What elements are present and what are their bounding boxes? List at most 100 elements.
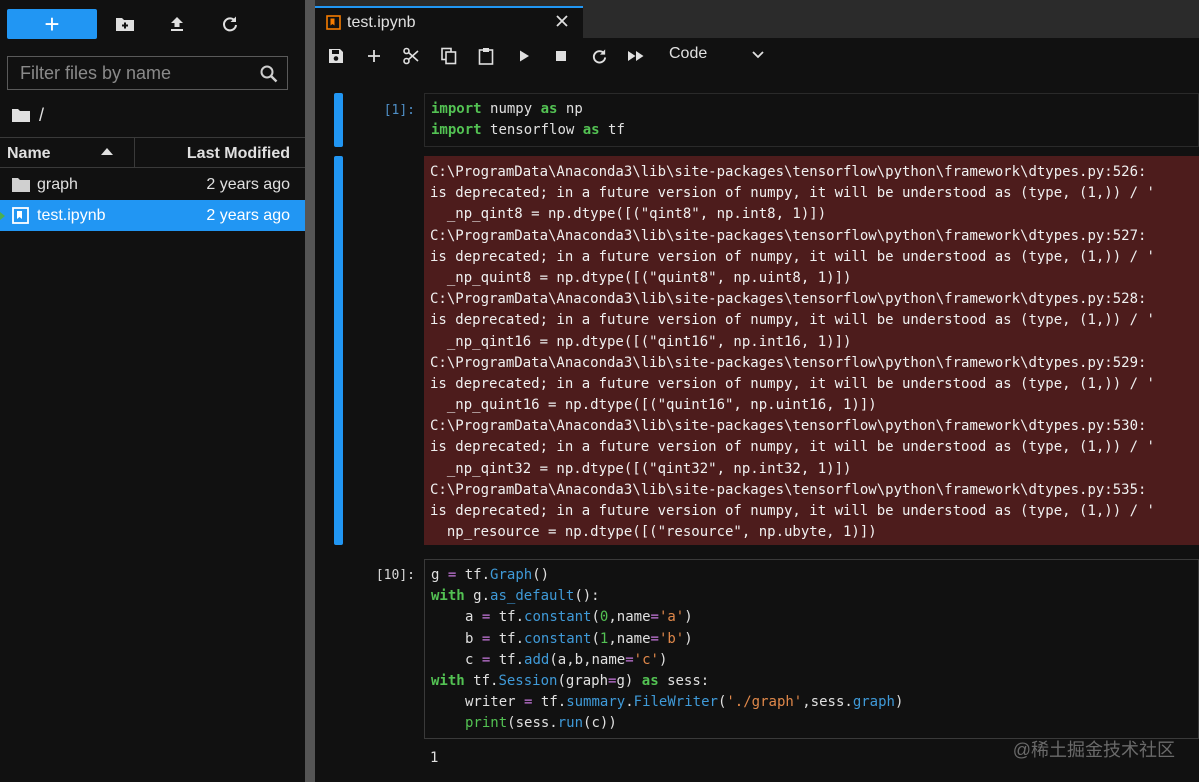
code-token: import: [431, 101, 482, 117]
plus-icon: [368, 50, 380, 62]
file-row-test-ipynb[interactable]: test.ipynb 2 years ago: [0, 200, 305, 231]
code-token: FileWriter: [633, 694, 718, 711]
file-name: graph: [37, 176, 78, 193]
play-icon: [520, 50, 529, 62]
code-line: b = tf.constant(1,name='b'): [431, 629, 1198, 650]
code-token: .: [515, 630, 525, 647]
stderr-line: is deprecated; in a future version of nu…: [430, 312, 1155, 329]
code-token: ): [658, 651, 668, 668]
code-line: g = tf.Graph(): [431, 565, 1198, 586]
code-token: writer: [465, 694, 516, 711]
new-launcher-button[interactable]: +: [7, 9, 97, 39]
code-token: (c)): [583, 715, 617, 732]
upload-button[interactable]: [166, 13, 188, 35]
cell-collapser[interactable]: [334, 93, 343, 147]
filter-input[interactable]: [8, 57, 248, 89]
code-token: numpy: [490, 101, 533, 117]
code-token: add: [524, 651, 550, 668]
paste-button[interactable]: [476, 46, 496, 66]
code-token: =: [447, 567, 457, 583]
code-token: b: [465, 630, 474, 647]
tab-test-ipynb[interactable]: test.ipynb: [315, 6, 583, 38]
folder-icon[interactable]: [11, 107, 31, 123]
new-folder-button[interactable]: [114, 13, 136, 35]
save-icon: [329, 49, 343, 63]
stderr-line: C:\ProgramData\Anaconda3\lib\site-packag…: [430, 164, 1147, 180]
stderr-line: is deprecated; in a future version of nu…: [430, 375, 1155, 392]
code-token: with: [431, 588, 465, 605]
code-token: =: [625, 651, 634, 668]
breadcrumb-root[interactable]: /: [39, 105, 44, 126]
breadcrumb: /: [11, 104, 44, 126]
code-token: 'c': [633, 651, 659, 668]
file-row-graph[interactable]: graph 2 years ago: [0, 169, 305, 200]
stderr-line: C:\ProgramData\Anaconda3\lib\site-packag…: [430, 481, 1147, 498]
code-line: a = tf.constant(0,name='a'): [431, 607, 1198, 628]
code-token: name: [591, 651, 626, 668]
restart-kernel-button[interactable]: [589, 46, 609, 66]
notebook-icon: [12, 207, 29, 224]
code-token: sess:: [667, 672, 710, 689]
code-token: tf: [540, 694, 558, 711]
insert-cell-button[interactable]: [364, 46, 384, 66]
stderr-line: C:\ProgramData\Anaconda3\lib\site-packag…: [430, 418, 1147, 435]
run-button[interactable]: [514, 46, 534, 66]
code-editor[interactable]: g = tf.Graph() with g.as_default(): a = tf…: [424, 559, 1199, 739]
restart-run-all-button[interactable]: [626, 46, 646, 66]
code-line: c = tf.add(a,b,name='c'): [431, 650, 1198, 671]
code-token: ,sess.: [802, 694, 853, 711]
code-token: ,: [608, 609, 617, 626]
stderr-line: C:\ProgramData\Anaconda3\lib\site-packag…: [430, 227, 1147, 244]
notebook-toolbar: Code: [315, 38, 1199, 74]
code-token: constant: [524, 630, 592, 647]
code-line: print(sess.run(c)): [431, 713, 1198, 734]
code-token: summary: [566, 694, 626, 711]
name-column-header[interactable]: Name: [7, 145, 51, 163]
column-divider: [134, 138, 135, 167]
code-token: =: [481, 609, 491, 626]
stderr-line: is deprecated; in a future version of nu…: [430, 503, 1155, 519]
code-token: =: [650, 630, 659, 647]
code-token: ():: [574, 588, 600, 605]
stderr-line: np_resource = np.dtype([("resource", np.…: [430, 524, 877, 541]
code-token: ,: [608, 630, 617, 647]
input-prompt: [1]:: [383, 103, 415, 118]
code-token: (sess.: [507, 715, 558, 732]
code-token: tf: [464, 567, 482, 583]
code-token: g: [473, 588, 482, 605]
stderr-line: is deprecated; in a future version of nu…: [430, 248, 1155, 265]
save-button[interactable]: [326, 46, 346, 66]
folder-icon: [12, 178, 30, 192]
code-token: (graph: [557, 672, 609, 689]
file-modified: 2 years ago: [206, 176, 290, 193]
cell-type-select[interactable]: Code: [669, 45, 707, 63]
new-folder-icon: [116, 18, 134, 31]
code-token: print: [465, 715, 508, 732]
panel-splitter[interactable]: [305, 0, 315, 782]
cut-button[interactable]: [401, 46, 421, 66]
code-token: as: [540, 101, 558, 117]
code-editor[interactable]: import numpy as np import tensorflow as t…: [424, 93, 1199, 147]
filter-box: [7, 56, 288, 90]
sort-ascending-icon: [101, 148, 113, 155]
search-icon[interactable]: [259, 64, 279, 84]
code-token: .: [625, 694, 634, 711]
stderr-line: C:\ProgramData\Anaconda3\lib\site-packag…: [430, 291, 1147, 308]
copy-button[interactable]: [439, 46, 459, 66]
output-collapser[interactable]: [334, 156, 343, 545]
code-token: as: [641, 672, 659, 689]
running-indicator-icon: [0, 212, 5, 220]
code-token: tf: [608, 122, 625, 139]
refresh-icon: [592, 48, 606, 63]
last-modified-column-header[interactable]: Last Modified: [187, 145, 290, 163]
code-token: (: [591, 609, 600, 626]
refresh-button[interactable]: [219, 13, 241, 35]
close-icon[interactable]: [553, 12, 571, 30]
interrupt-button[interactable]: [551, 46, 571, 66]
code-token: (: [549, 651, 558, 668]
chevron-down-icon[interactable]: [751, 50, 765, 60]
code-token: tf: [498, 651, 516, 668]
code-token: =: [524, 694, 533, 711]
code-token: import: [431, 122, 482, 139]
notebook-panel: test.ipynb Code [1]: import numpy as np …: [315, 0, 1199, 782]
